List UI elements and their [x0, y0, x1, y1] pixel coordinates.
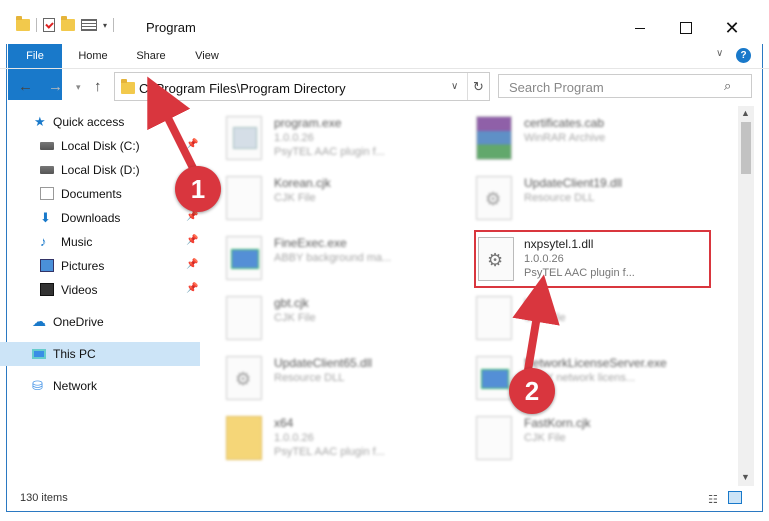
arrow-to-target-file — [512, 274, 560, 371]
arrow-to-address-bar — [147, 76, 198, 172]
step-2-badge: 2 — [509, 368, 555, 414]
step-1-badge: 1 — [175, 166, 221, 212]
annotation-arrows — [147, 76, 560, 371]
